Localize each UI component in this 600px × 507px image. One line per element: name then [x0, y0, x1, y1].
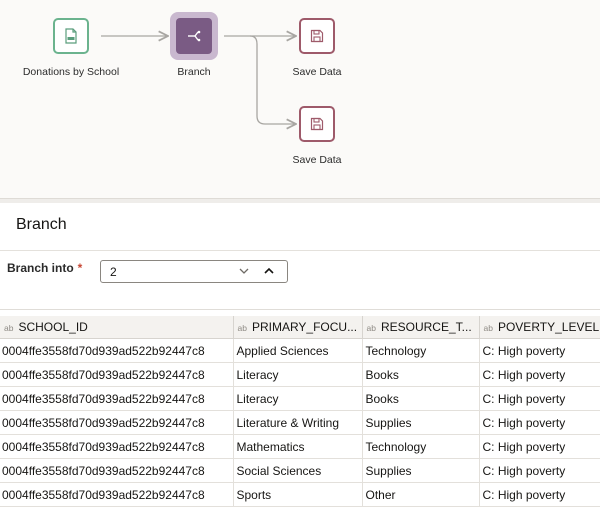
- table-row[interactable]: 0004ffe3558fd70d939ad522b92447c8 Applied…: [0, 338, 600, 363]
- table-row[interactable]: 0004ffe3558fd70d939ad522b92447c8 Literac…: [0, 362, 600, 387]
- text-type-icon: ab: [237, 323, 247, 333]
- required-marker: *: [77, 261, 83, 275]
- flow-canvas[interactable]: Donations by School Branch Save Data Sav…: [0, 0, 600, 198]
- table-cell: Books: [362, 362, 480, 387]
- panel-resize-handle[interactable]: [0, 198, 600, 203]
- table-cell: Social Sciences: [233, 458, 363, 483]
- table-cell: Supplies: [362, 410, 480, 435]
- table-row[interactable]: 0004ffe3558fd70d939ad522b92447c8 Social …: [0, 458, 600, 483]
- table-cell: 0004ffe3558fd70d939ad522b92447c8: [0, 458, 234, 483]
- column-header-school-id[interactable]: ab SCHOOL_ID: [0, 316, 234, 339]
- table-cell: Literature & Writing: [233, 410, 363, 435]
- data-preview-table: ab SCHOOL_ID ab PRIMARY_FOCU... ab RESOURCE…: [0, 316, 600, 507]
- column-header-poverty-level[interactable]: ab POVERTY_LEVEL: [479, 316, 600, 339]
- grid-top-border: [0, 309, 600, 310]
- table-row[interactable]: 0004ffe3558fd70d939ad522b92447c8 Mathema…: [0, 434, 600, 459]
- column-header-primary-focus[interactable]: ab PRIMARY_FOCU...: [233, 316, 363, 339]
- table-header-row: ab SCHOOL_ID ab PRIMARY_FOCU... ab RESOURCE…: [0, 316, 600, 339]
- branch-icon: [188, 30, 201, 42]
- table-cell: Applied Sciences: [233, 338, 363, 363]
- table-row[interactable]: 0004ffe3558fd70d939ad522b92447c8 Sports …: [0, 482, 600, 507]
- table-cell: Literacy: [233, 362, 363, 387]
- table-cell: 0004ffe3558fd70d939ad522b92447c8: [0, 482, 234, 507]
- table-cell: 0004ffe3558fd70d939ad522b92447c8: [0, 386, 234, 411]
- save-data-node-2-label: Save Data: [292, 154, 342, 166]
- branch-node[interactable]: [176, 18, 212, 54]
- table-row[interactable]: 0004ffe3558fd70d939ad522b92447c8 Literac…: [0, 386, 600, 411]
- table-cell: 0004ffe3558fd70d939ad522b92447c8: [0, 338, 234, 363]
- table-cell: 0004ffe3558fd70d939ad522b92447c8: [0, 410, 234, 435]
- connector-branch-save2: [249, 35, 296, 124]
- source-node[interactable]: [53, 18, 89, 54]
- chevron-up-icon[interactable]: [264, 267, 274, 275]
- table-cell: Technology: [362, 338, 480, 363]
- table-cell: C: High poverty: [479, 338, 600, 363]
- table-cell: Supplies: [362, 458, 480, 483]
- text-type-icon: ab: [4, 323, 14, 333]
- save-disk-icon: [310, 117, 324, 131]
- save-data-node-1-label: Save Data: [292, 66, 342, 78]
- table-cell: Mathematics: [233, 434, 363, 459]
- column-header-label: SCHOOL_ID: [18, 320, 88, 334]
- branch-into-stepper[interactable]: 2: [100, 260, 288, 283]
- csv-file-icon: [65, 28, 77, 44]
- source-node-label: Donations by School: [22, 66, 120, 78]
- branch-node-label: Branch: [177, 66, 211, 78]
- text-type-icon: ab: [483, 323, 493, 333]
- table-cell: Other: [362, 482, 480, 507]
- save-disk-icon: [310, 29, 324, 43]
- chevron-down-icon[interactable]: [239, 267, 249, 275]
- table-cell: C: High poverty: [479, 386, 600, 411]
- save-data-node-1[interactable]: [299, 18, 335, 54]
- table-row[interactable]: 0004ffe3558fd70d939ad522b92447c8 Literat…: [0, 410, 600, 435]
- branch-into-label: Branch into *: [7, 261, 82, 275]
- panel-separator: [0, 250, 600, 251]
- text-type-icon: ab: [366, 323, 376, 333]
- table-cell: Books: [362, 386, 480, 411]
- save-data-node-2[interactable]: [299, 106, 335, 142]
- table-cell: 0004ffe3558fd70d939ad522b92447c8: [0, 362, 234, 387]
- column-header-label: RESOURCE_T...: [380, 320, 472, 334]
- table-cell: Literacy: [233, 386, 363, 411]
- table-cell: Technology: [362, 434, 480, 459]
- column-header-label: PRIMARY_FOCU...: [251, 320, 358, 334]
- column-header-label: POVERTY_LEVEL: [497, 320, 600, 334]
- table-cell: C: High poverty: [479, 458, 600, 483]
- table-cell: C: High poverty: [479, 362, 600, 387]
- panel-title: Branch: [16, 216, 67, 233]
- table-cell: C: High poverty: [479, 410, 600, 435]
- branch-into-value[interactable]: 2: [110, 265, 117, 279]
- table-cell: C: High poverty: [479, 434, 600, 459]
- table-cell: C: High poverty: [479, 482, 600, 507]
- branch-into-label-text: Branch into: [7, 261, 74, 275]
- column-header-resource-type[interactable]: ab RESOURCE_T...: [362, 316, 480, 339]
- table-cell: Sports: [233, 482, 363, 507]
- table-cell: 0004ffe3558fd70d939ad522b92447c8: [0, 434, 234, 459]
